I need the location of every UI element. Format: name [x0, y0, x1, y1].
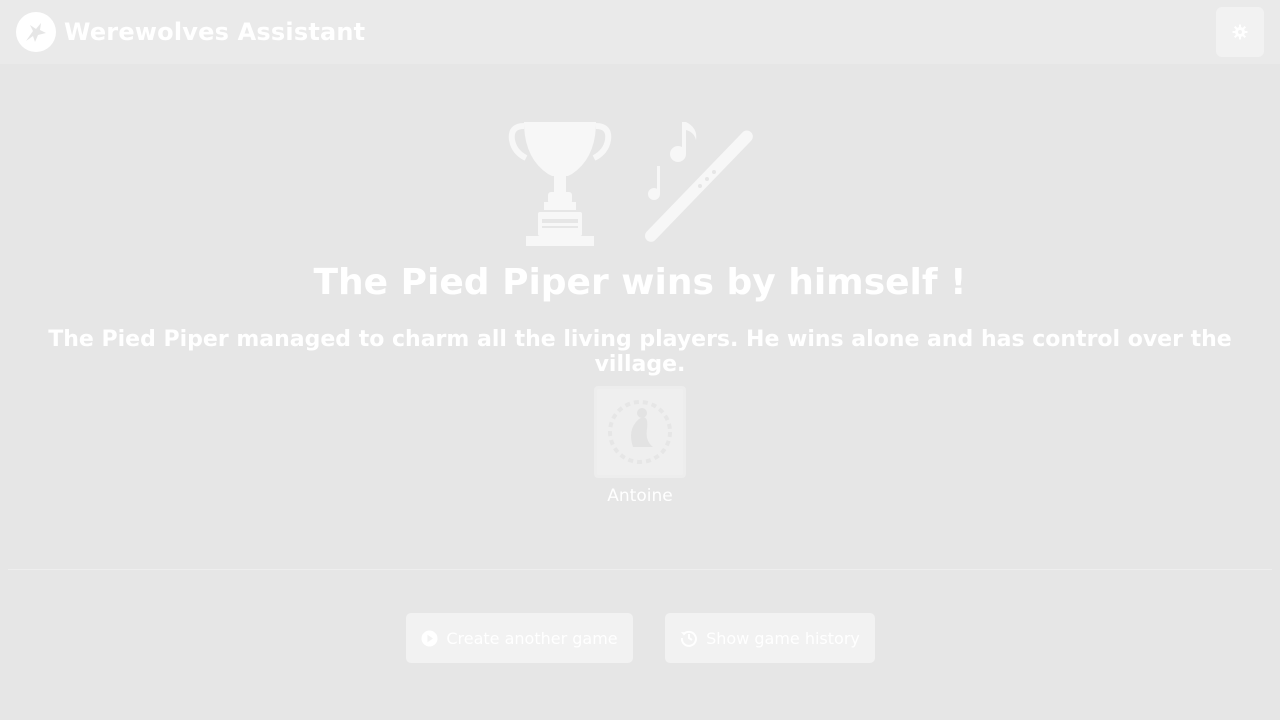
settings-button[interactable]	[1216, 7, 1264, 57]
winner-name: Antoine	[607, 486, 673, 506]
divider	[8, 569, 1272, 570]
trophy-icon	[508, 122, 612, 246]
show-game-history-button[interactable]: Show game history	[665, 613, 875, 663]
app-title[interactable]: Werewolves Assistant	[64, 18, 365, 46]
play-circle-icon	[421, 630, 438, 647]
show-game-history-label: Show game history	[706, 628, 860, 648]
werewolf-logo-icon[interactable]	[16, 12, 56, 52]
pied-piper-card-icon	[594, 386, 686, 478]
result-icons	[0, 116, 1280, 250]
result-description: The Pied Piper managed to charm all the …	[48, 327, 1232, 377]
history-icon	[680, 629, 698, 647]
create-another-game-button[interactable]: Create another game	[406, 613, 633, 663]
winner-player[interactable]: Antoine	[590, 386, 690, 506]
gear-icon	[1232, 24, 1248, 40]
flute-music-icon	[644, 122, 753, 242]
navbar: Werewolves Assistant	[0, 0, 1280, 64]
result-title: The Pied Piper wins by himself !	[313, 262, 967, 303]
create-another-game-label: Create another game	[446, 628, 618, 648]
